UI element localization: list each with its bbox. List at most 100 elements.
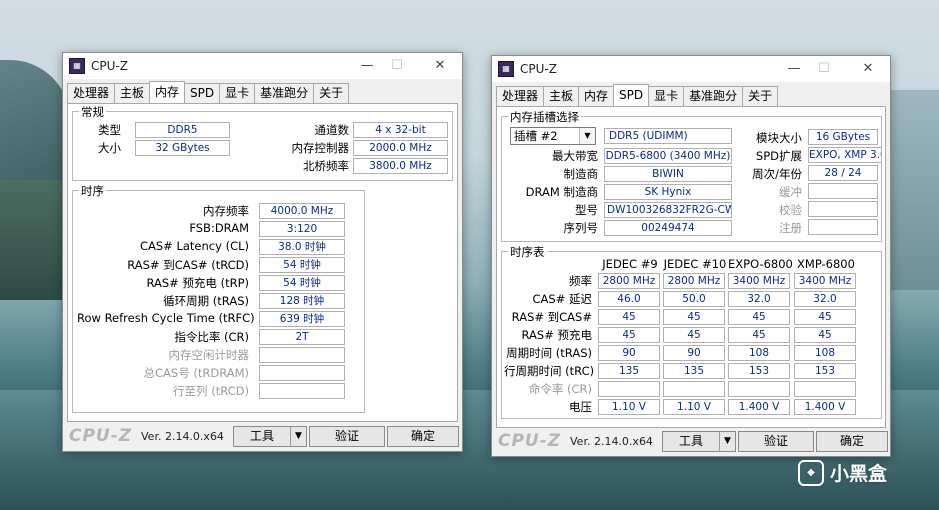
version-label: Ver. 2.14.0.x64 [141, 430, 224, 443]
cpuz-app-icon: ▦ [69, 58, 85, 74]
correction-label: 校验 [779, 203, 802, 217]
size-label: 大小 [98, 141, 121, 155]
dropdown-arrow-icon[interactable]: ▼ [719, 432, 735, 451]
correction-value [808, 201, 878, 217]
serial-label: 序列号 [563, 221, 599, 235]
registered-value [808, 219, 878, 235]
max-bw-value: DDR5-6800 (3400 MHz) [604, 148, 732, 164]
slot-select[interactable]: 插槽 #2 ▼ [510, 127, 596, 145]
timing-cell: 45 [663, 327, 725, 343]
tab-2[interactable]: 内存 [578, 86, 615, 106]
timing-label: 总CAS号 (tRDRAM) [143, 366, 250, 380]
timing-cell: 1.400 V [728, 399, 790, 415]
timing-label: RAS# 到CAS# (tRCD) [127, 258, 249, 272]
tab-strip: 处理器 主板 内存 SPD 显卡 基准跑分 关于 [496, 84, 779, 106]
buffered-value [808, 183, 878, 199]
group-title: 时序表 [508, 244, 547, 260]
window-title: CPU-Z [520, 62, 557, 76]
timing-cell: 3400 MHz [794, 273, 856, 289]
timing-cell [598, 381, 660, 397]
tools-button[interactable]: 工具 ▼ [233, 426, 307, 447]
wallpaper-hill [0, 60, 70, 190]
mfr-label: 制造商 [563, 167, 599, 181]
watermark: ◆ 小黑盒 [798, 459, 887, 486]
timing-cell [663, 381, 725, 397]
tab-5[interactable]: 基准跑分 [254, 83, 315, 103]
tab-3[interactable]: SPD [184, 83, 221, 103]
row-label: 命令率 (CR) [528, 382, 592, 396]
validate-button[interactable]: 验证 [309, 426, 385, 447]
dropdown-arrow-icon[interactable]: ▼ [290, 427, 306, 446]
tab-6[interactable]: 关于 [742, 86, 779, 106]
timing-cell: 153 [728, 363, 790, 379]
timing-cell: 90 [598, 345, 660, 361]
footer: CPU-Z Ver. 2.14.0.x64 工具 ▼ 验证 确定 [492, 428, 890, 456]
channels-label: 通道数 [314, 123, 350, 137]
timing-value: 4000.0 MHz [259, 203, 345, 219]
close-button[interactable]: ✕ [428, 57, 452, 75]
tab-0[interactable]: 处理器 [496, 86, 545, 106]
timing-label: 内存空闲计时器 [168, 348, 250, 362]
timing-value: 3:120 [259, 221, 345, 237]
nb-label: 北桥频率 [303, 159, 349, 173]
timing-cell: 135 [663, 363, 725, 379]
timing-cell: 45 [794, 309, 856, 325]
timing-value [259, 347, 345, 363]
column-header: JEDEC #9 [602, 257, 658, 271]
tab-4[interactable]: 显卡 [219, 83, 256, 103]
tab-1[interactable]: 主板 [114, 83, 151, 103]
timing-cell: 45 [728, 327, 790, 343]
general-group: 常规 类型 DDR5 大小 32 GBytes 通道数 4 x 32-bit 内… [72, 104, 453, 181]
timing-label: 循环周期 (tRAS) [163, 294, 249, 308]
validate-button[interactable]: 验证 [738, 431, 814, 452]
title-bar[interactable]: ▦ CPU-Z — ☐ ✕ [63, 53, 462, 79]
timing-cell: 3400 MHz [728, 273, 790, 289]
timing-label: 行至列 (tRCD) [173, 384, 249, 398]
mc-label: 内存控制器 [291, 141, 350, 155]
tab-1[interactable]: 主板 [543, 86, 580, 106]
group-title: 内存插槽选择 [508, 109, 581, 125]
tab-6[interactable]: 关于 [313, 83, 350, 103]
title-bar[interactable]: ▦ CPU-Z — ☐ ✕ [492, 56, 890, 82]
tab-0[interactable]: 处理器 [67, 83, 116, 103]
timing-cell: 32.0 [794, 291, 856, 307]
timing-cell: 45 [598, 309, 660, 325]
slot-group: 内存插槽选择 插槽 #2 ▼ DDR5 (UDIMM) 最大带宽 DDR5-680… [501, 109, 882, 242]
column-header: EXPO-6800 [728, 257, 793, 271]
timing-value: 128 时钟 [259, 293, 345, 309]
row-label: 频率 [569, 274, 592, 288]
cpuz-logo: CPU-Z [69, 426, 133, 446]
row-label: 电压 [569, 400, 592, 414]
minimize-button[interactable]: — [782, 60, 806, 78]
timing-cell: 1.10 V [663, 399, 725, 415]
tab-2[interactable]: 内存 [149, 81, 186, 103]
row-label: RAS# 到CAS# [511, 310, 592, 324]
timing-label: FSB:DRAM [189, 221, 249, 235]
spd-ext-value: EXPO, XMP 3.0 [808, 147, 882, 163]
close-button[interactable]: ✕ [856, 60, 880, 78]
tools-button[interactable]: 工具 ▼ [662, 431, 736, 452]
tab-5[interactable]: 基准跑分 [683, 86, 744, 106]
timing-table-group: 时序表 JEDEC #9 JEDEC #10 EXPO-6800 XMP-6800 频率… [501, 244, 882, 419]
wallpaper-trees [0, 180, 70, 300]
row-label: 行周期时间 (tRC) [504, 364, 595, 378]
tools-label: 工具 [249, 429, 274, 443]
tab-4[interactable]: 显卡 [648, 86, 685, 106]
timing-cell: 45 [598, 327, 660, 343]
minimize-button[interactable]: — [355, 57, 379, 75]
module-size-label: 模块大小 [756, 131, 802, 145]
footer: CPU-Z Ver. 2.14.0.x64 工具 ▼ 验证 确定 [63, 423, 462, 451]
dram-mfr-value: SK Hynix [604, 184, 732, 200]
timing-cell: 2800 MHz [663, 273, 725, 289]
tab-3[interactable]: SPD [613, 84, 650, 106]
memory-panel: 常规 类型 DDR5 大小 32 GBytes 通道数 4 x 32-bit 内… [67, 103, 458, 422]
timings-group: 时序 内存频率 4000.0 MHz FSB:DRAM 3:120 CAS# Laten… [72, 183, 365, 413]
maximize-button: ☐ [391, 58, 403, 73]
timing-cell: 46.0 [598, 291, 660, 307]
tab-strip: 处理器 主板 内存 SPD 显卡 基准跑分 关于 [67, 81, 350, 103]
max-bw-label: 最大带宽 [552, 149, 598, 163]
part-label: 型号 [575, 203, 598, 217]
ok-button[interactable]: 确定 [816, 431, 888, 452]
timing-cell: 50.0 [663, 291, 725, 307]
ok-button[interactable]: 确定 [387, 426, 459, 447]
